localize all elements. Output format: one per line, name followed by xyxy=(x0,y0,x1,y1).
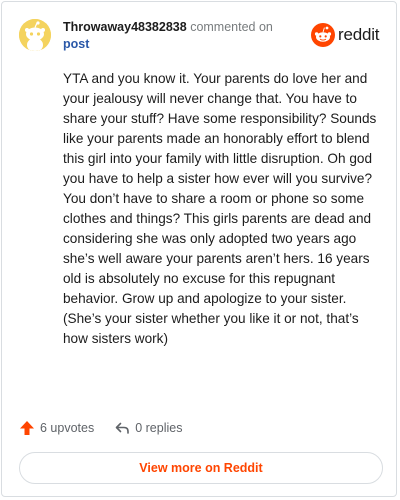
upvote-count: 6 upvotes xyxy=(40,421,95,435)
user-avatar[interactable] xyxy=(19,19,51,51)
snoo-avatar-icon xyxy=(19,19,51,51)
replies-count: 0 replies xyxy=(135,421,183,435)
comment-body: YTA and you know it. Your parents do lov… xyxy=(63,71,377,346)
reddit-logo[interactable]: reddit xyxy=(311,22,380,48)
post-link[interactable]: post xyxy=(63,37,89,51)
comment-embed-card: Throwaway48382838 commented on post redd… xyxy=(1,1,397,497)
username-link[interactable]: Throwaway48382838 xyxy=(63,20,187,34)
comment-header: Throwaway48382838 commented on post xyxy=(63,19,303,53)
reddit-snoo-icon xyxy=(311,23,335,47)
upvote-arrow-icon xyxy=(20,421,34,435)
view-more-button[interactable]: View more on Reddit xyxy=(19,452,383,484)
upvote-button[interactable]: 6 upvotes xyxy=(19,420,94,436)
comment-footer: 6 upvotes 0 replies xyxy=(19,418,182,438)
action-text: commented on xyxy=(190,20,273,34)
reply-arrow-icon xyxy=(115,422,130,434)
replies-button[interactable]: 0 replies xyxy=(114,420,182,436)
reddit-wordmark: reddit xyxy=(338,25,380,44)
